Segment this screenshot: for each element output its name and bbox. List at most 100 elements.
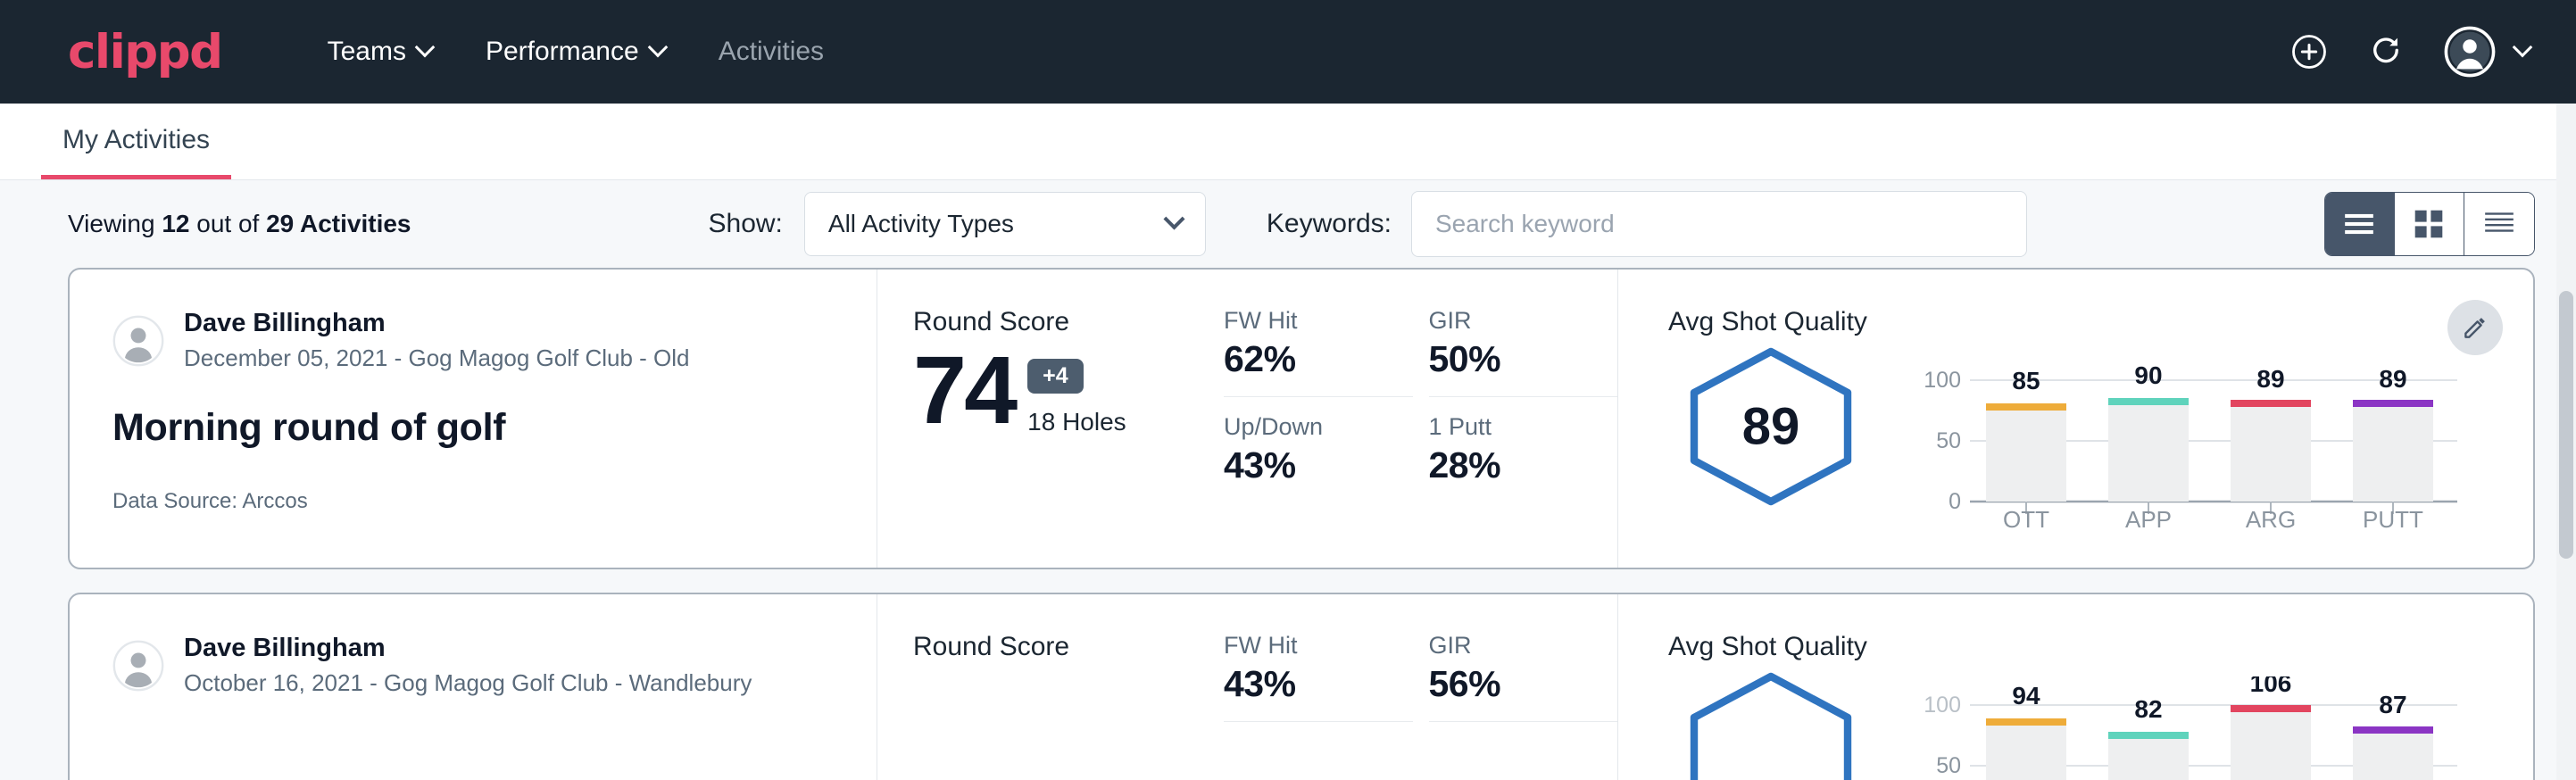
viewing-count-text: Viewing 12 out of 29 Activities (68, 210, 411, 238)
stat-fw-hit-value: 43% (1224, 663, 1377, 705)
search-input[interactable]: Search keyword (1411, 191, 2027, 257)
bar-label-arg: 89 (2256, 365, 2284, 393)
shot-quality-chart: 100 50 0 85 OTT (1874, 346, 2533, 530)
stat-gir: GIR 56% (1429, 632, 1618, 722)
activity-list: Dave Billingham December 05, 2021 - Gog … (0, 268, 2576, 780)
bar-chart: 100 50 0 94 OTT (1915, 676, 2468, 780)
bar-ott: 85 OTT (1986, 367, 2066, 530)
round-score-label: Round Score (913, 632, 1199, 662)
clippd-logo[interactable]: clippd (68, 29, 222, 76)
filter-bar: Viewing 12 out of 29 Activities Show: Al… (0, 180, 2576, 268)
stat-fw-hit-value: 62% (1224, 338, 1377, 380)
shot-quality-hexagon (1668, 671, 1874, 780)
grid-view-button[interactable] (2395, 193, 2464, 255)
shot-quality-label: Avg Shot Quality (1668, 632, 2533, 662)
shot-quality-section: Avg Shot Quality 100 50 0 (1618, 594, 2533, 780)
stats-grid: FW Hit 62% GIR 50% Up/Down 43% 1 Putt 28… (1224, 307, 1617, 486)
viewing-count: 12 (162, 210, 189, 237)
compact-view-button[interactable] (2464, 193, 2534, 255)
nav-item-teams-label: Teams (328, 37, 406, 67)
shot-quality-label: Avg Shot Quality (1668, 307, 2533, 337)
user-menu[interactable] (2444, 26, 2530, 78)
activity-summary: Dave Billingham December 05, 2021 - Gog … (70, 270, 877, 568)
activity-author: Dave Billingham October 16, 2021 - Gog M… (112, 632, 877, 699)
shot-quality-body: 100 50 0 94 OTT (1668, 671, 2533, 780)
scrollbar-thumb[interactable] (2559, 291, 2573, 559)
stats-section: FW Hit 43% GIR 56% (1199, 594, 1618, 780)
nav-item-performance-label: Performance (486, 37, 639, 67)
bar-label-putt: 87 (2379, 691, 2406, 718)
edit-activity-button[interactable] (2447, 300, 2503, 355)
filter-controls: Show: All Activity Types Keywords: Searc… (709, 191, 2027, 257)
list-view-icon (2342, 211, 2376, 237)
y-tick-50: 50 (1936, 428, 1961, 453)
nav-item-performance[interactable]: Performance (459, 28, 692, 76)
y-tick-50: 50 (1936, 753, 1961, 778)
stat-one-putt-label: 1 Putt (1429, 413, 1583, 441)
round-score-value: 74 (913, 344, 1015, 436)
list-view-button[interactable] (2325, 193, 2395, 255)
view-mode-toggle (2324, 192, 2535, 256)
stat-up-down-label: Up/Down (1224, 413, 1377, 441)
bar-ott: 94 OTT (1986, 682, 2066, 780)
x-tick-ott: OTT (2003, 506, 2049, 530)
plus-circle-icon (2290, 33, 2328, 71)
keywords-label: Keywords: (1267, 209, 1392, 239)
tab-my-activities[interactable]: My Activities (41, 125, 231, 179)
stat-one-putt-value: 28% (1429, 444, 1583, 486)
activity-card[interactable]: Dave Billingham October 16, 2021 - Gog M… (68, 593, 2535, 780)
author-name: Dave Billingham (184, 307, 690, 339)
activity-type-select[interactable]: All Activity Types (804, 192, 1206, 256)
tab-bar: My Activities (0, 104, 2576, 180)
bar-label-putt: 89 (2379, 365, 2406, 393)
shot-quality-chart: 100 50 0 94 OTT (1874, 671, 2533, 780)
activity-summary: Dave Billingham October 16, 2021 - Gog M… (70, 594, 877, 780)
round-score-section: Round Score 74 +4 18 Holes (877, 270, 1199, 568)
round-score-label: Round Score (913, 307, 1199, 337)
round-score-side: +4 18 Holes (1027, 359, 1126, 436)
activity-card[interactable]: Dave Billingham December 05, 2021 - Gog … (68, 268, 2535, 569)
add-button[interactable] (2290, 33, 2328, 71)
stats-section: FW Hit 62% GIR 50% Up/Down 43% 1 Putt 28… (1199, 270, 1618, 568)
stat-up-down-value: 43% (1224, 444, 1377, 486)
stats-grid: FW Hit 43% GIR 56% (1224, 632, 1617, 738)
author-text: Dave Billingham December 05, 2021 - Gog … (184, 307, 690, 374)
chevron-down-icon (415, 37, 436, 58)
y-tick-100: 100 (1924, 693, 1961, 718)
bar-app: 90 APP (2108, 361, 2189, 530)
nav-item-activities[interactable]: Activities (692, 28, 851, 76)
bar-app: 82 APP (2108, 695, 2189, 780)
stat-gir-value: 50% (1429, 338, 1583, 380)
bar-label-ott: 85 (2012, 367, 2040, 394)
nav-actions (2290, 26, 2530, 78)
activity-type-select-value: All Activity Types (828, 210, 1014, 238)
stat-fw-hit-label: FW Hit (1224, 632, 1377, 660)
activity-meta: December 05, 2021 - Gog Magog Golf Club … (184, 343, 690, 374)
chevron-down-icon (2513, 37, 2533, 58)
shot-quality-value: 89 (1682, 397, 1860, 457)
page-scrollbar[interactable] (2556, 104, 2576, 780)
stat-fw-hit: FW Hit 43% (1224, 632, 1413, 722)
activity-datasource: Data Source: Arccos (112, 489, 877, 514)
author-name: Dave Billingham (184, 632, 752, 664)
stat-gir: GIR 50% (1429, 307, 1618, 397)
stat-gir-value: 56% (1429, 663, 1583, 705)
avatar (112, 640, 164, 692)
bar-chart: 100 50 0 85 OTT (1915, 352, 2468, 530)
round-score-row: 74 +4 18 Holes (913, 344, 1199, 436)
refresh-button[interactable] (2367, 33, 2405, 71)
viewing-total: 29 Activities (266, 210, 411, 237)
y-tick-100: 100 (1924, 368, 1961, 393)
x-tick-app: APP (2125, 506, 2172, 530)
stat-gir-label: GIR (1429, 632, 1583, 660)
refresh-icon (2367, 33, 2405, 71)
bar-label-app: 90 (2134, 361, 2162, 389)
bar-arg: 106 ARG (2231, 676, 2311, 780)
nav-item-teams[interactable]: Teams (301, 28, 459, 76)
holes-played: 18 Holes (1027, 408, 1126, 436)
bar-label-ott: 94 (2012, 682, 2040, 709)
x-tick-arg: ARG (2246, 506, 2296, 530)
stat-up-down: Up/Down 43% (1224, 413, 1413, 486)
nav-item-activities-label: Activities (719, 37, 824, 67)
bar-label-arg: 106 (2250, 676, 2292, 697)
